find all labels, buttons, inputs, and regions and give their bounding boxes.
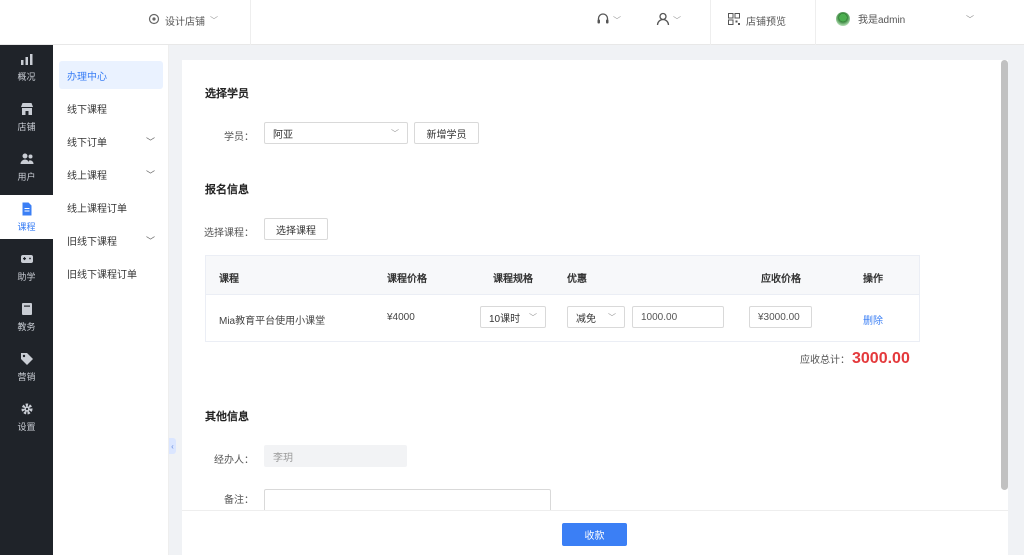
submenu-item-old-offline-courses[interactable]: 旧线下课程 ﹀ [59, 226, 163, 254]
store-icon [19, 101, 35, 117]
form-footer: 收款 [182, 510, 1008, 555]
section-title-student: 选择学员 [205, 88, 249, 100]
discount-type-value: 减免 [576, 313, 596, 325]
submenu-item-label: 线下课程 [67, 104, 107, 116]
submenu-item-label: 旧线下课程 [67, 236, 117, 248]
spec-select-value: 10课时 [489, 313, 521, 325]
handler-field: 李玥 [264, 445, 407, 467]
chevron-down-icon: ﹀ [673, 16, 681, 25]
total-amount: 3000.00 [852, 350, 910, 367]
select-course-button[interactable]: 选择课程 [264, 218, 328, 240]
tag-icon [19, 351, 35, 367]
enrollment-form: 选择学员 学员： 阿亚 ﹀ 新增学员 报名信息 选择课程： 选择课程 课程 课程… [182, 60, 1008, 555]
users-icon [19, 151, 35, 167]
student-label: 学员： [224, 132, 254, 143]
user-menu[interactable]: ﹀ [656, 12, 681, 29]
shop-preview-label: 店铺预览 [746, 17, 786, 28]
course-submenu: 办理中心 线下课程 线下订单 ﹀ 线上课程 ﹀ 线上课程订单 旧线下课程 ﹀ 旧… [53, 45, 169, 555]
divider [250, 0, 251, 45]
section-title-signup: 报名信息 [205, 184, 249, 196]
chevron-down-icon: ﹀ [145, 235, 155, 246]
sidebar-item-users[interactable]: 用户 [0, 145, 53, 189]
chevron-down-icon: ﹀ [391, 128, 399, 138]
submenu-item-label: 线下订单 [67, 137, 107, 149]
qrcode-icon [728, 13, 740, 28]
student-select[interactable]: 阿亚 ﹀ [264, 122, 408, 144]
chevron-left-icon: ‹ [171, 441, 174, 451]
submenu-item-label: 线上课程订单 [67, 203, 127, 215]
table-header: 课程 课程价格 课程规格 优惠 应收价格 操作 [206, 256, 919, 295]
submenu-item-online-orders[interactable]: 线上课程订单 [59, 193, 163, 221]
submenu-item-old-offline-orders[interactable]: 旧线下课程订单 [59, 259, 163, 287]
chevron-down-icon: ﹀ [529, 312, 537, 322]
discount-type-select[interactable]: 减免 ﹀ [567, 306, 625, 328]
column-header-spec: 课程规格 [493, 274, 533, 285]
support-menu[interactable]: ﹀ [596, 12, 621, 29]
sidebar-item-marketing[interactable]: 营销 [0, 345, 53, 389]
due-price-input[interactable]: ¥3000.00 [749, 306, 812, 328]
section-title-other: 其他信息 [205, 411, 249, 423]
row-course-price: ¥4000 [387, 312, 415, 323]
column-header-price: 课程价格 [387, 274, 427, 285]
sidebar-item-settings[interactable]: 设置 [0, 395, 53, 439]
shop-design-icon [148, 13, 160, 28]
shop-switch-label: 设计店铺 [165, 17, 205, 28]
chart-icon [19, 51, 35, 67]
column-header-due: 应收价格 [761, 274, 801, 285]
submenu-item-label: 办理中心 [67, 71, 107, 83]
discount-value-input[interactable]: 1000.00 [632, 306, 724, 328]
add-student-button[interactable]: 新增学员 [414, 122, 479, 144]
chevron-down-icon[interactable]: ﹀ [966, 14, 974, 25]
avatar [836, 11, 850, 26]
column-header-course: 课程 [219, 274, 239, 285]
course-label: 选择课程： [204, 228, 254, 239]
submenu-item-online-courses[interactable]: 线上课程 ﹀ [59, 160, 163, 188]
total-summary: 应收总计： 3000.00 [800, 350, 910, 368]
submenu-item-label: 线上课程 [67, 170, 107, 182]
column-header-action: 操作 [863, 274, 883, 285]
chevron-down-icon: ﹀ [145, 169, 155, 180]
user-icon [656, 12, 670, 29]
handler-label: 经办人： [214, 455, 254, 466]
total-label: 应收总计： [800, 355, 850, 366]
main-sidebar: 概况 店铺 用户 课程 助学 教务 营销 设置 [0, 45, 53, 555]
delete-row-link[interactable]: 删除 [863, 312, 883, 327]
submenu-item-offline-orders[interactable]: 线下订单 ﹀ [59, 127, 163, 155]
sidebar-item-overview[interactable]: 概况 [0, 45, 53, 89]
panel-scrollbar[interactable] [1001, 60, 1008, 490]
account-menu[interactable]: 我是admin [836, 11, 905, 26]
chevron-down-icon: ﹀ [613, 16, 621, 25]
collapse-sidebar-handle[interactable]: ‹ [169, 438, 176, 454]
submenu-item-center[interactable]: 办理中心 [59, 61, 163, 89]
document-icon [19, 201, 35, 217]
spec-select[interactable]: 10课时 ﹀ [480, 306, 546, 328]
gamepad-icon [19, 251, 35, 267]
remark-label: 备注： [224, 495, 254, 506]
column-header-discount: 优惠 [567, 274, 587, 285]
top-bar: 设计店铺 ﹀ ﹀ ﹀ 店铺预览 我是admin ﹀ [0, 0, 1024, 45]
gear-icon [19, 401, 35, 417]
student-select-value: 阿亚 [273, 129, 293, 141]
sidebar-item-academic[interactable]: 教务 [0, 295, 53, 339]
sidebar-item-study[interactable]: 助学 [0, 245, 53, 289]
book-icon [19, 301, 35, 317]
shop-switch[interactable]: 设计店铺 ﹀ [148, 13, 218, 28]
account-name: 我是admin [858, 15, 906, 26]
sidebar-item-store[interactable]: 店铺 [0, 95, 53, 139]
shop-preview-button[interactable]: 店铺预览 [728, 13, 786, 28]
chevron-down-icon: ﹀ [608, 312, 616, 322]
row-course-name: Mia教育平台使用小课堂 [219, 316, 326, 327]
submenu-item-label: 旧线下课程订单 [67, 269, 137, 281]
divider [710, 0, 711, 45]
chevron-down-icon: ﹀ [210, 16, 218, 25]
submit-payment-button[interactable]: 收款 [562, 523, 627, 546]
course-table: 课程 课程价格 课程规格 优惠 应收价格 操作 Mia教育平台使用小课堂 ¥40… [205, 255, 920, 342]
submenu-item-offline-courses[interactable]: 线下课程 [59, 94, 163, 122]
sidebar-item-courses[interactable]: 课程 [0, 195, 53, 239]
headset-icon [596, 12, 610, 29]
divider [815, 0, 816, 45]
chevron-down-icon: ﹀ [145, 136, 155, 147]
